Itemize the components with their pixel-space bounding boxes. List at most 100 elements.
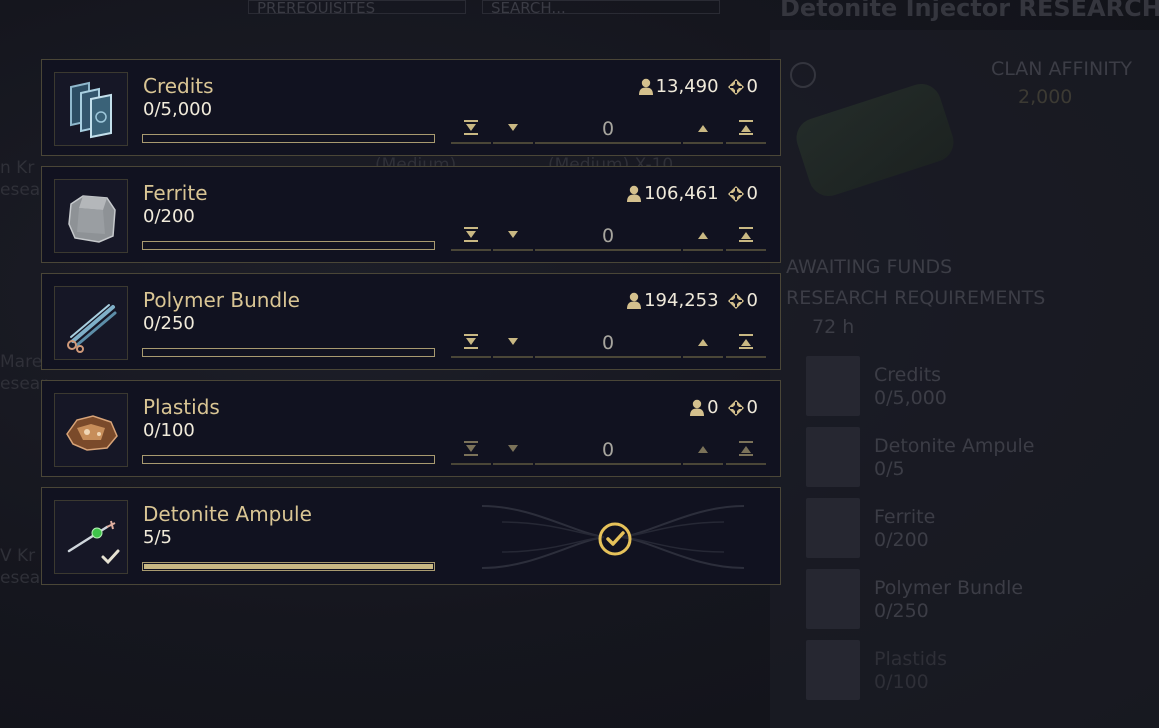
item-name: Ferrite	[143, 181, 208, 205]
arrow-up-icon	[695, 120, 711, 136]
arrow-up-icon	[695, 227, 711, 243]
clan-owned-count: 0	[746, 397, 758, 418]
clan-icon	[727, 399, 745, 417]
ferrite-icon	[54, 179, 128, 253]
max-button[interactable]	[726, 433, 766, 465]
research-duration: 72 h	[812, 316, 855, 338]
arrow-down-icon	[505, 120, 521, 136]
progress-bar	[142, 455, 435, 464]
bg-req-thumb	[806, 640, 860, 700]
item-progress-count: 0/100	[143, 420, 195, 441]
contribution-row-polymer-bundle: Polymer Bundle 0/250 194,253 0 0	[41, 273, 781, 370]
maximum-icon	[738, 334, 754, 350]
contribution-row-ferrite: Ferrite 0/200 106,461 0 0	[41, 166, 781, 263]
progress-bar	[142, 241, 435, 250]
maximum-icon	[738, 227, 754, 243]
item-progress-count: 0/5,000	[143, 99, 213, 120]
minimum-icon	[463, 120, 479, 136]
minimum-icon	[463, 334, 479, 350]
quantity-input[interactable]: 0	[535, 433, 681, 465]
bg-left-fragment: Marel	[0, 352, 47, 372]
inventory-counts: 106,461 0	[618, 183, 758, 204]
decrement-button[interactable]	[493, 112, 533, 144]
item-progress-count: 0/250	[143, 313, 195, 334]
minimum-icon	[463, 227, 479, 243]
progress-bar	[142, 134, 435, 143]
increment-button[interactable]	[683, 326, 723, 358]
player-owned-count: 13,490	[655, 76, 719, 97]
arrow-down-icon	[505, 334, 521, 350]
player-owned-count: 0	[707, 397, 719, 418]
player-owned-count: 106,461	[644, 183, 719, 204]
arrow-down-icon	[505, 441, 521, 457]
clan-affinity-value: 2,000	[1018, 86, 1073, 108]
clan-owned-count: 0	[746, 290, 758, 311]
bg-req-name: Plastids	[874, 648, 947, 670]
bg-req-thumb	[806, 427, 860, 487]
max-button[interactable]	[726, 219, 766, 251]
clan-icon	[727, 292, 745, 310]
progress-bar	[142, 348, 435, 357]
progress-fill	[144, 564, 433, 569]
bg-req-count: 0/200	[874, 529, 929, 551]
item-progress-count: 5/5	[143, 527, 172, 548]
quantity-input[interactable]: 0	[535, 219, 681, 251]
bg-left-fragment: V Kr	[0, 546, 36, 566]
min-button[interactable]	[451, 433, 491, 465]
quantity-input[interactable]: 0	[535, 112, 681, 144]
min-button[interactable]	[451, 112, 491, 144]
min-button[interactable]	[451, 219, 491, 251]
bg-req-name: Polymer Bundle	[874, 577, 1024, 599]
player-icon	[689, 399, 705, 417]
inventory-counts: 13,490 0	[630, 76, 758, 97]
increment-button[interactable]	[683, 219, 723, 251]
clan-owned-count: 0	[746, 76, 758, 97]
item-name: Credits	[143, 74, 214, 98]
maximum-icon	[738, 441, 754, 457]
quantity-input[interactable]: 0	[535, 326, 681, 358]
bg-req-name: Credits	[874, 364, 942, 386]
bg-req-count: 0/5	[874, 458, 905, 480]
max-button[interactable]	[726, 112, 766, 144]
clan-owned-count: 0	[746, 183, 758, 204]
player-icon	[626, 292, 642, 310]
research-status: AWAITING FUNDS	[786, 256, 953, 278]
increment-button[interactable]	[683, 433, 723, 465]
bg-left-fragment: n Kr	[0, 158, 35, 178]
item-progress-count: 0/200	[143, 206, 195, 227]
bg-req-count: 0/5,000	[874, 387, 947, 409]
item-name: Detonite Ampule	[143, 502, 312, 526]
item-name: Polymer Bundle	[143, 288, 300, 312]
bg-req-name: Detonite Ampule	[874, 435, 1035, 457]
inventory-counts: 0 0	[681, 397, 758, 418]
arrow-down-icon	[505, 227, 521, 243]
contribution-row-plastids: Plastids 0/100 0 0 0	[41, 380, 781, 477]
plastids-icon	[54, 393, 128, 467]
max-button[interactable]	[726, 326, 766, 358]
item-name: Plastids	[143, 395, 220, 419]
decrement-button[interactable]	[493, 433, 533, 465]
bg-req-thumb	[806, 498, 860, 558]
more-options-icon	[790, 62, 816, 88]
bg-req-count: 0/250	[874, 600, 929, 622]
clan-icon	[727, 78, 745, 96]
bg-req-thumb	[806, 569, 860, 629]
clan-affinity-label: CLAN AFFINITY	[991, 58, 1133, 80]
player-icon	[626, 185, 642, 203]
player-icon	[638, 78, 654, 96]
decrement-button[interactable]	[493, 326, 533, 358]
polymer-bundle-icon	[54, 286, 128, 360]
contribution-row-detonite-ampule: Detonite Ampule 5/5	[41, 487, 781, 585]
prerequisites-dropdown: PREREQUISITES	[248, 0, 466, 14]
complete-check-icon	[598, 522, 632, 556]
min-button[interactable]	[451, 326, 491, 358]
decrement-button[interactable]	[493, 219, 533, 251]
increment-button[interactable]	[683, 112, 723, 144]
background-toolbar: PREREQUISITES SEARCH...	[248, 0, 720, 14]
minimum-icon	[463, 441, 479, 457]
detonite-ampule-icon	[54, 500, 128, 574]
arrow-up-icon	[695, 334, 711, 350]
credits-icon	[54, 72, 128, 146]
bg-req-thumb	[806, 356, 860, 416]
maximum-icon	[738, 120, 754, 136]
